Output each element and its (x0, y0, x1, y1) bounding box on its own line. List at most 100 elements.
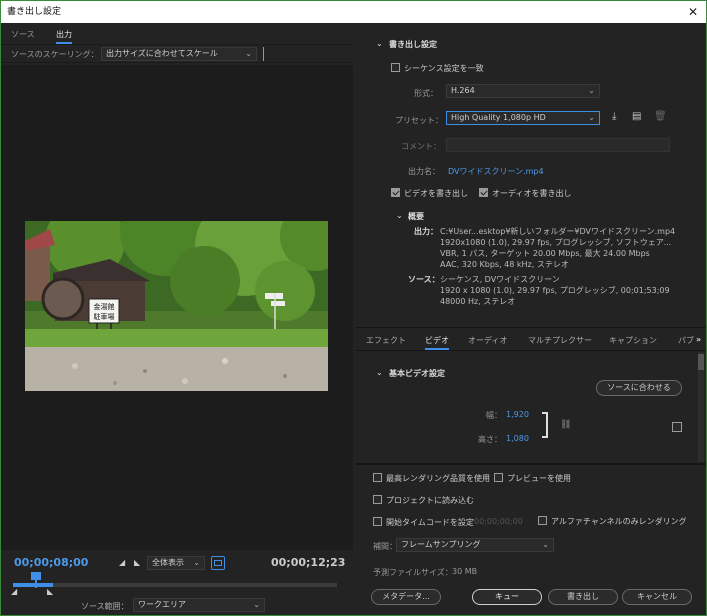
preview-panel: ソース 出力 ソースのスケーリング： 出力サイズに合わせてスケール ⌄ 金湯館 … (1, 23, 353, 615)
tab-audio[interactable]: オーディオ (468, 335, 507, 346)
import-preset-icon[interactable]: ▤ (632, 111, 641, 122)
export-audio-label: オーディオを書き出し (492, 189, 572, 198)
export-button[interactable]: 書き出し (548, 589, 618, 605)
tab-publish[interactable]: パブ (678, 335, 694, 346)
playhead-icon[interactable] (31, 572, 41, 588)
preview-tabs: ソース 出力 (1, 23, 353, 45)
preview-image: 金湯館 駐車場 (25, 221, 328, 391)
current-timecode[interactable]: 00;00;08;00 (14, 556, 88, 569)
output-name-link[interactable]: DVワイドスクリーン.mp4 (448, 166, 544, 177)
preset-value: High Quality 1,080p HD (451, 113, 546, 122)
source-range-value: ワークエリア (138, 600, 186, 609)
export-header: 書き出し設定 (389, 40, 437, 49)
cancel-button[interactable]: キャンセル (622, 589, 692, 605)
aspect-toggle-icon[interactable] (211, 556, 225, 570)
out-point-icon[interactable]: ◣ (47, 587, 53, 596)
source-range-dropdown[interactable]: ワークエリア ⌄ (133, 598, 265, 612)
preset-label: プリセット： (395, 116, 443, 125)
scaling-value: 出力サイズに合わせてスケール (106, 49, 218, 58)
tab-captions[interactable]: キャプション (609, 335, 657, 346)
match-source-button[interactable]: ソースに合わせる (596, 380, 682, 396)
title-bar: 書き出し設定 ✕ (1, 1, 706, 23)
height-label: 高さ： (478, 435, 502, 444)
tab-multiplexer[interactable]: マルチプレクサー (528, 335, 592, 346)
summary-output-line: C:¥User...esktop¥新しいフォルダー¥DVワイドスクリーン.mp4 (440, 227, 676, 236)
export-video-checkbox[interactable] (391, 188, 400, 197)
render-options-section: 最高レンダリング品質を使用 プレビューを使用 プロジェクトに読み込む 開始タイム… (356, 463, 706, 615)
use-preview-checkbox[interactable] (494, 473, 503, 482)
format-value: H.264 (451, 86, 475, 95)
timeline-controls: 00;00;08;00 ◢ ◣ 全体表示 ⌄ 00;00;12;23 ◢ ◣ ソー… (1, 550, 353, 615)
width-value[interactable]: 1,920 (506, 410, 529, 419)
interp-label: 補間： (373, 542, 397, 551)
scrollbar[interactable] (698, 352, 704, 462)
filesize-value: 30 MB (452, 567, 478, 576)
max-render-label: 最高レンダリング品質を使用 (386, 474, 490, 483)
format-label: 形式： (414, 89, 438, 98)
import-project-label: プロジェクトに読み込む (386, 496, 474, 505)
format-dropdown[interactable]: H.264 ⌄ (446, 84, 600, 98)
scaling-dropdown[interactable]: 出力サイズに合わせてスケール ⌄ (101, 47, 257, 61)
tab-video[interactable]: ビデオ (425, 335, 449, 350)
collapse-chevron-icon[interactable]: ⌄ (376, 368, 383, 377)
queue-button[interactable]: キュー (472, 589, 542, 605)
summary-output-line: VBR, 1 パス, ターゲット 20.00 Mbps, 最大 24.00 Mb… (440, 249, 650, 258)
summary-source-key: ソース： (408, 275, 440, 284)
alpha-only-checkbox[interactable] (538, 516, 547, 525)
settings-panel: ⌄ 書き出し設定 シーケンス設定を一致 形式： H.264 ⌄ プリセット： Hi… (356, 23, 706, 615)
width-label: 幅： (486, 411, 502, 420)
chevron-down-icon: ⌄ (542, 540, 549, 549)
filesize-label: 予測ファイルサイズ： (373, 568, 453, 577)
source-range-label: ソース範囲： (81, 602, 129, 611)
height-value[interactable]: 1,080 (506, 434, 529, 443)
summary-source-line: 48000 Hz, ステレオ (440, 297, 516, 306)
start-timecode-checkbox[interactable] (373, 517, 382, 526)
save-preset-icon[interactable]: ⤓ (612, 111, 616, 122)
interp-dropdown[interactable]: フレームサンプリング ⌄ (396, 538, 554, 552)
preset-dropdown[interactable]: High Quality 1,080p HD ⌄ (446, 111, 600, 125)
zoom-dropdown[interactable]: 全体表示 ⌄ (147, 556, 205, 570)
match-sequence-label: シーケンス設定を一致 (404, 64, 484, 73)
mark-out-icon[interactable]: ◣ (134, 558, 140, 567)
export-audio-checkbox[interactable] (479, 188, 488, 197)
sign-text-line2: 駐車場 (94, 312, 115, 321)
window-title: 書き出し設定 (7, 7, 62, 17)
more-tabs-icon[interactable]: » (696, 335, 701, 344)
collapse-chevron-icon[interactable]: ⌄ (376, 39, 383, 48)
divider (263, 47, 264, 61)
aspect-checkbox[interactable] (672, 422, 682, 432)
delete-preset-icon[interactable]: 🗑 (654, 111, 667, 122)
sign-text-line1: 金湯館 (94, 302, 115, 311)
end-timecode: 00;00;12;23 (271, 556, 346, 569)
match-sequence-checkbox[interactable] (391, 63, 400, 72)
export-settings-section: ⌄ 書き出し設定 シーケンス設定を一致 形式： H.264 ⌄ プリセット： Hi… (356, 23, 706, 328)
import-project-checkbox[interactable] (373, 495, 382, 504)
comment-input[interactable] (446, 138, 670, 152)
close-button[interactable]: ✕ (686, 1, 700, 23)
interp-value: フレームサンプリング (401, 540, 481, 549)
timeline-track[interactable] (13, 583, 337, 587)
chevron-down-icon: ⌄ (245, 49, 252, 58)
summary-chevron-icon[interactable]: ⌄ (396, 211, 403, 220)
in-point-icon[interactable]: ◢ (11, 587, 17, 596)
comment-label: コメント： (401, 142, 441, 151)
scaling-label: ソースのスケーリング： (11, 50, 99, 59)
export-settings-window: 書き出し設定 ✕ ソース 出力 ソースのスケーリング： 出力サイズに合わせてスケ… (0, 0, 707, 616)
tab-output[interactable]: 出力 (56, 29, 72, 44)
video-section-header: 基本ビデオ設定 (389, 369, 445, 378)
metadata-button[interactable]: メタデータ... (371, 589, 441, 605)
start-timecode-label: 開始タイムコードを設定 (386, 518, 474, 527)
summary-source-line: 1920 x 1080 (1.0), 29.97 fps, プログレッシブ, 0… (440, 286, 670, 295)
summary-output-key: 出力： (414, 227, 438, 236)
chevron-down-icon: ⌄ (253, 600, 260, 609)
export-video-label: ビデオを書き出し (404, 189, 468, 198)
tab-effects[interactable]: エフェクト (366, 335, 406, 346)
scenery-illustration: 金湯館 駐車場 (25, 221, 328, 391)
max-render-checkbox[interactable] (373, 473, 382, 482)
tab-source[interactable]: ソース (11, 29, 35, 40)
use-preview-label: プレビューを使用 (507, 474, 571, 483)
mark-in-icon[interactable]: ◢ (119, 558, 125, 567)
start-timecode-value[interactable]: 00;00;00;00 (474, 517, 523, 526)
chevron-down-icon: ⌄ (588, 113, 595, 122)
unlink-icon[interactable]: ⛓ (560, 420, 571, 430)
